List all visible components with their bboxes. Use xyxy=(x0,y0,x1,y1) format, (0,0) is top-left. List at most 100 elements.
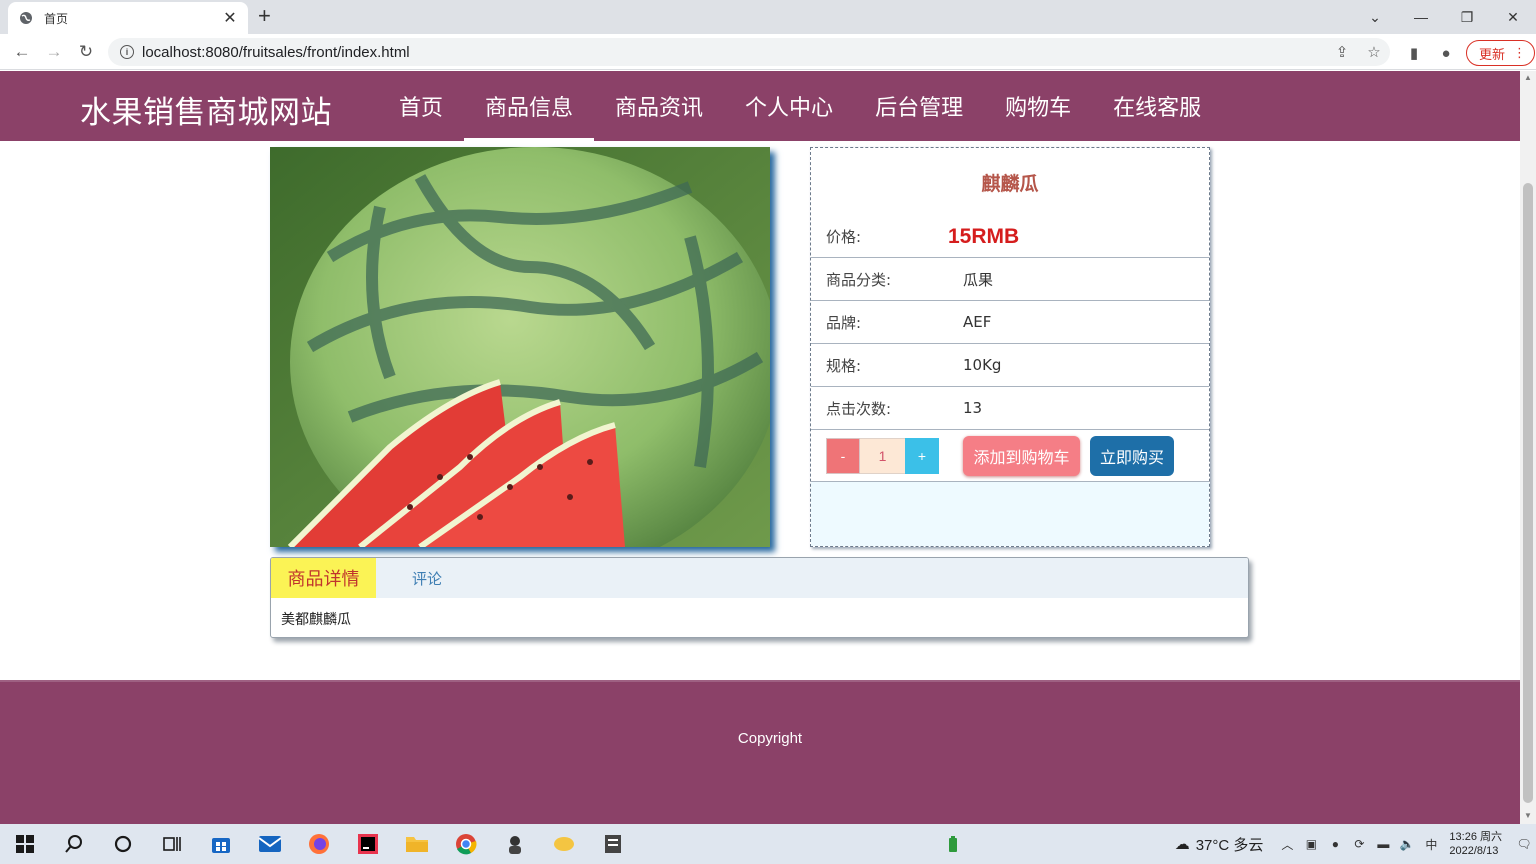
panel-footer xyxy=(811,482,1209,546)
brand-row: 品牌: AEF xyxy=(811,301,1209,344)
browser-toolbar: ← → ↻ i localhost:8080/fruitsales/front/… xyxy=(0,34,1536,70)
new-tab-icon[interactable]: + xyxy=(258,4,271,28)
product-details-box: 商品详情 评论 美都麒麟瓜 xyxy=(270,557,1249,638)
page-scrollbar[interactable]: ▲ ▼ xyxy=(1520,71,1536,824)
close-icon[interactable]: ✕ xyxy=(222,8,238,28)
quantity-plus-button[interactable]: + xyxy=(905,437,939,474)
product-name: 麒麟瓜 xyxy=(981,172,1039,195)
spec-label: 规格: xyxy=(826,356,862,375)
tab-search-icon[interactable]: ⌄ xyxy=(1352,0,1398,34)
details-tabs: 商品详情 评论 xyxy=(271,558,1248,598)
price-row: 价格: 15RMB xyxy=(811,216,1209,258)
sync-icon[interactable]: ⟳ xyxy=(1347,837,1371,851)
weather-text: 37°C 多云 xyxy=(1195,836,1264,854)
bookmark-star-icon[interactable]: ☆ xyxy=(1358,43,1390,61)
update-label: 更新 xyxy=(1479,46,1506,62)
battery-icon[interactable] xyxy=(928,824,977,864)
scroll-down-icon[interactable]: ▼ xyxy=(1524,811,1532,820)
forward-icon[interactable]: → xyxy=(42,40,66,64)
cortana-icon[interactable] xyxy=(98,824,147,864)
copyright-text: Copyright xyxy=(737,730,803,747)
clock-date: 2022/8/13 xyxy=(1449,845,1499,857)
reload-icon[interactable]: ↻ xyxy=(74,40,98,64)
price-value: 15RMB xyxy=(948,224,1020,248)
file-explorer-icon[interactable] xyxy=(392,824,441,864)
category-value: 瓜果 xyxy=(963,270,994,289)
power-icon[interactable]: ▬ xyxy=(1371,837,1395,851)
site-title: 水果销售商城网站 xyxy=(80,95,332,131)
browser-tab[interactable]: 首页 ✕ xyxy=(8,2,248,34)
add-to-cart-button[interactable]: 添加到购物车 xyxy=(963,435,1080,476)
price-label: 价格: xyxy=(826,228,862,246)
tab-title: 首页 xyxy=(44,11,69,26)
purchase-row: - 1 + 添加到购物车 立即购买 xyxy=(811,430,1209,482)
clicks-label: 点击次数: xyxy=(826,399,892,418)
intellij-icon[interactable] xyxy=(343,824,392,864)
nav-item-admin[interactable]: 后台管理 xyxy=(854,71,984,141)
task-view-icon[interactable] xyxy=(147,824,196,864)
firefox-icon[interactable] xyxy=(294,824,343,864)
product-image xyxy=(270,147,770,547)
brand-label: 品牌: xyxy=(826,313,862,332)
nav-item-news[interactable]: 商品资讯 xyxy=(594,71,724,141)
nav-item-products[interactable]: 商品信息 xyxy=(464,71,595,141)
side-panel-icon[interactable]: ▮ xyxy=(1398,41,1430,65)
windows-taskbar: ☁ 37°C 多云 ︿ ▣ ● ⟳ ▬ 🔈 中 13:26 周六 2022/8/… xyxy=(0,824,1536,864)
chrome-icon[interactable] xyxy=(441,824,490,864)
mail-icon[interactable] xyxy=(245,824,294,864)
details-content: 美都麒麟瓜 xyxy=(281,612,351,628)
globe-icon xyxy=(18,10,34,26)
watermelon-image xyxy=(270,147,770,547)
site-footer: Copyright xyxy=(0,680,1520,824)
weather-widget[interactable]: ☁ 37°C 多云 xyxy=(1175,834,1264,855)
brand-value: AEF xyxy=(963,313,992,331)
minimize-icon[interactable]: — xyxy=(1398,0,1444,34)
editor-app-icon[interactable] xyxy=(588,824,637,864)
tray-app-icon[interactable]: ▣ xyxy=(1299,837,1323,851)
weather-cloud-icon: ☁ xyxy=(1174,836,1190,853)
update-button[interactable]: 更新 ⋮ xyxy=(1466,40,1536,66)
windows-start-icon[interactable] xyxy=(0,824,49,864)
main-nav: 首页 商品信息 商品资讯 个人中心 后台管理 购物车 在线客服 xyxy=(378,71,1222,141)
nav-item-profile[interactable]: 个人中心 xyxy=(724,71,854,141)
clicks-value: 13 xyxy=(963,399,983,417)
back-icon[interactable]: ← xyxy=(10,40,34,64)
notes-app-icon[interactable] xyxy=(539,824,588,864)
address-bar[interactable]: i localhost:8080/fruitsales/front/index.… xyxy=(108,38,1390,66)
notification-icon[interactable]: 🗨 xyxy=(1512,837,1536,851)
tab-comments[interactable]: 评论 xyxy=(412,558,442,598)
volume-icon[interactable]: 🔈 xyxy=(1395,837,1419,851)
category-row: 商品分类: 瓜果 xyxy=(811,258,1209,301)
site-info-icon[interactable]: i xyxy=(120,45,134,59)
quantity-minus-button[interactable]: - xyxy=(826,437,860,474)
profile-icon[interactable]: ● xyxy=(1430,41,1462,65)
quantity-input[interactable]: 1 xyxy=(860,437,905,474)
spec-value: 10Kg xyxy=(963,356,1002,374)
search-icon[interactable] xyxy=(49,824,98,864)
scroll-up-icon[interactable]: ▲ xyxy=(1524,73,1532,82)
ime-icon[interactable]: 中 xyxy=(1419,836,1443,853)
site-header: 水果销售商城网站 首页 商品信息 商品资讯 个人中心 后台管理 购物车 在线客服 xyxy=(0,71,1520,141)
url-text[interactable]: localhost:8080/fruitsales/front/index.ht… xyxy=(142,44,1326,61)
nav-item-cart[interactable]: 购物车 xyxy=(984,71,1092,141)
clock-time: 13:26 周六 xyxy=(1449,831,1502,843)
menu-dots-icon: ⋮ xyxy=(1513,45,1527,60)
nav-item-home[interactable]: 首页 xyxy=(378,71,464,141)
system-tray: ☁ 37°C 多云 ︿ ▣ ● ⟳ ▬ 🔈 中 13:26 周六 2022/8/… xyxy=(1175,824,1536,864)
share-icon[interactable]: ⇪ xyxy=(1326,43,1358,61)
category-label: 商品分类: xyxy=(826,270,892,289)
store-icon[interactable] xyxy=(196,824,245,864)
taskbar-clock[interactable]: 13:26 周六 2022/8/13 xyxy=(1449,830,1502,858)
buy-now-button[interactable]: 立即购买 xyxy=(1090,435,1174,476)
tab-details[interactable]: 商品详情 xyxy=(271,558,376,598)
browser-tabbar: 首页 ✕ + ⌄ — ❐ ✕ xyxy=(0,0,1536,34)
restore-icon[interactable]: ❐ xyxy=(1444,0,1490,34)
window-close-icon[interactable]: ✕ xyxy=(1490,0,1536,34)
nav-item-support[interactable]: 在线客服 xyxy=(1092,71,1222,141)
tray-up-arrow-icon[interactable]: ︿ xyxy=(1275,836,1299,853)
scrollbar-thumb[interactable] xyxy=(1523,183,1533,803)
quantity-stepper: - 1 + xyxy=(826,437,939,474)
app-avatar-icon[interactable] xyxy=(490,824,539,864)
product-info-panel: 麒麟瓜 价格: 15RMB 商品分类: 瓜果 品牌: AEF 规格: 10Kg … xyxy=(810,147,1210,547)
qq-icon[interactable]: ● xyxy=(1323,837,1347,851)
